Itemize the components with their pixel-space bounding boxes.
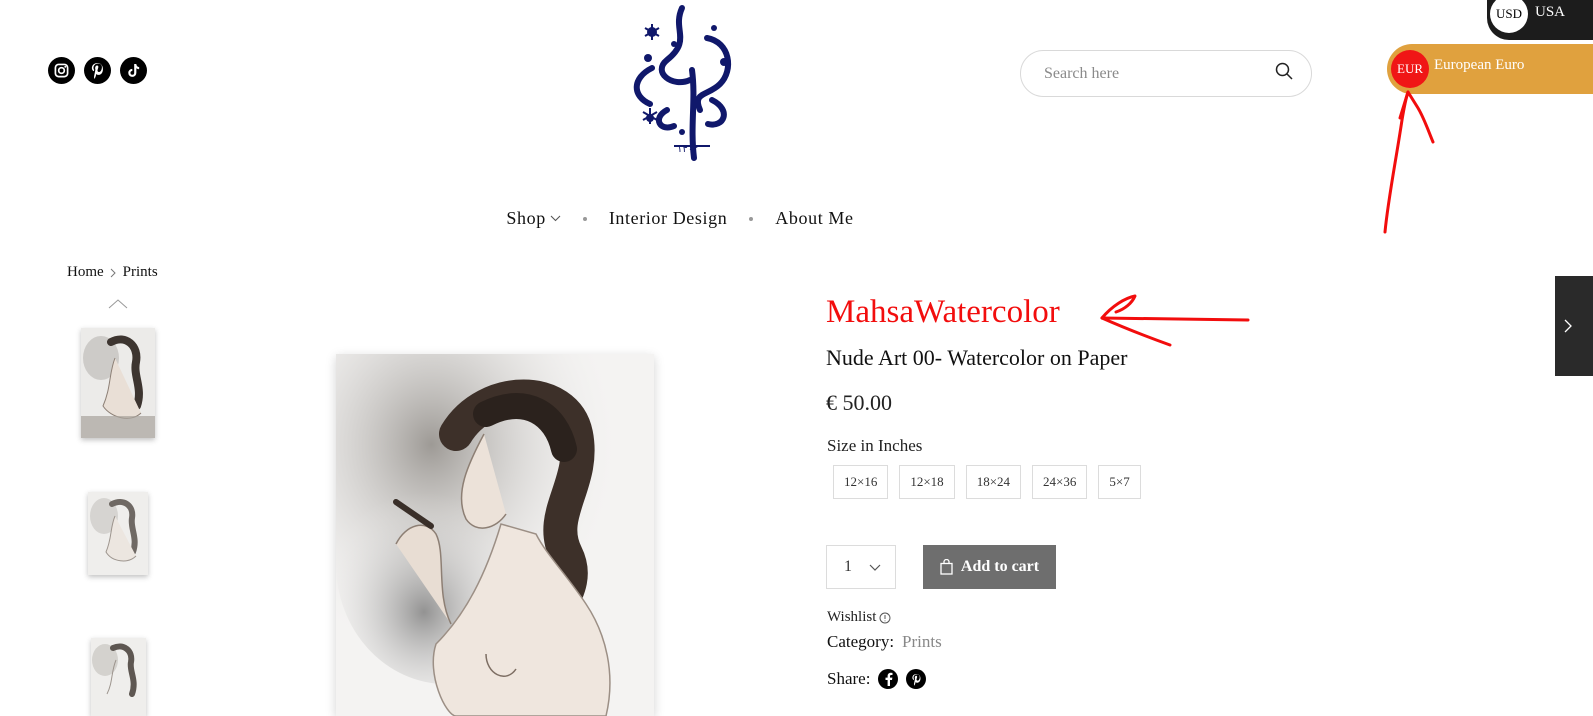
- product-thumbnail[interactable]: [81, 328, 155, 438]
- pinterest-icon[interactable]: [84, 57, 111, 84]
- product-thumbnail[interactable]: [88, 492, 148, 575]
- wishlist-label: Wishlist: [827, 609, 877, 625]
- chevron-down-icon: [869, 564, 881, 571]
- size-options: 12×16 12×18 18×24 24×36 5×7: [833, 465, 1141, 499]
- breadcrumb-home[interactable]: Home: [67, 264, 104, 281]
- product-category: Category: Prints: [827, 632, 942, 652]
- currency-label: European Euro: [1434, 57, 1525, 73]
- tiktok-icon[interactable]: [120, 57, 147, 84]
- product-brand[interactable]: MahsaWatercolor: [826, 294, 1060, 331]
- calligraphy-logo-icon[interactable]: ۱۴۰۲: [612, 0, 752, 165]
- currency-selected-usd[interactable]: USD USA: [1487, 0, 1593, 40]
- nav-item-label: Shop: [506, 208, 546, 228]
- currency-option-eur[interactable]: EUR European Euro: [1387, 44, 1593, 94]
- nav-separator: [582, 216, 587, 221]
- svg-text:۱۴۰۲: ۱۴۰۲: [677, 144, 698, 155]
- info-icon: [879, 612, 891, 623]
- nav-item-interior-design[interactable]: Interior Design: [609, 208, 727, 229]
- chevron-down-icon: [550, 215, 561, 222]
- chevron-right-icon: [1564, 319, 1572, 333]
- size-option[interactable]: 12×18: [899, 465, 955, 499]
- wishlist-link[interactable]: Wishlist: [827, 609, 891, 626]
- size-option[interactable]: 5×7: [1098, 465, 1141, 499]
- currency-label: USA: [1535, 4, 1566, 20]
- currency-code: EUR: [1391, 50, 1429, 88]
- social-links: [48, 57, 147, 84]
- chevron-right-icon: [110, 268, 116, 277]
- pinterest-icon[interactable]: [906, 669, 927, 689]
- search-icon[interactable]: [1275, 62, 1293, 85]
- product-price: € 50.00: [826, 390, 892, 415]
- nav-separator: [749, 216, 754, 221]
- annotation-arrows: [1100, 90, 1435, 347]
- share-label: Share:: [827, 669, 871, 688]
- instagram-icon[interactable]: [48, 57, 75, 84]
- breadcrumb-current: Prints: [122, 264, 158, 280]
- product-thumbnail[interactable]: [91, 638, 146, 716]
- size-option[interactable]: 18×24: [965, 465, 1022, 499]
- currency-code: USD: [1490, 0, 1528, 33]
- breadcrumb: Home Prints: [67, 264, 158, 281]
- product-main-image[interactable]: [336, 354, 654, 716]
- share-row: Share:: [827, 669, 927, 689]
- facebook-icon[interactable]: [878, 669, 899, 689]
- size-option[interactable]: 24×36: [1032, 465, 1088, 499]
- search-input[interactable]: [1044, 64, 1275, 83]
- side-panel-toggle[interactable]: [1555, 276, 1593, 376]
- add-to-cart-button[interactable]: Add to cart: [923, 545, 1056, 589]
- quantity-value: 1: [844, 558, 852, 575]
- shopping-bag-icon: [940, 559, 953, 575]
- category-label: Category:: [827, 632, 895, 651]
- main-nav: Shop Interior Design About Me: [0, 208, 1360, 229]
- nav-item-shop[interactable]: Shop: [506, 208, 561, 229]
- chevron-up-icon[interactable]: [108, 298, 128, 310]
- quantity-select[interactable]: 1: [826, 545, 896, 589]
- size-label: Size in Inches: [827, 436, 923, 455]
- add-to-cart-label: Add to cart: [960, 558, 1040, 575]
- category-link[interactable]: Prints: [902, 632, 942, 652]
- product-title: Nude Art 00- Watercolor on Paper: [826, 345, 1128, 370]
- size-option[interactable]: 12×16: [833, 465, 889, 499]
- search-bar[interactable]: [1020, 50, 1312, 97]
- nav-item-about-me[interactable]: About Me: [775, 208, 853, 229]
